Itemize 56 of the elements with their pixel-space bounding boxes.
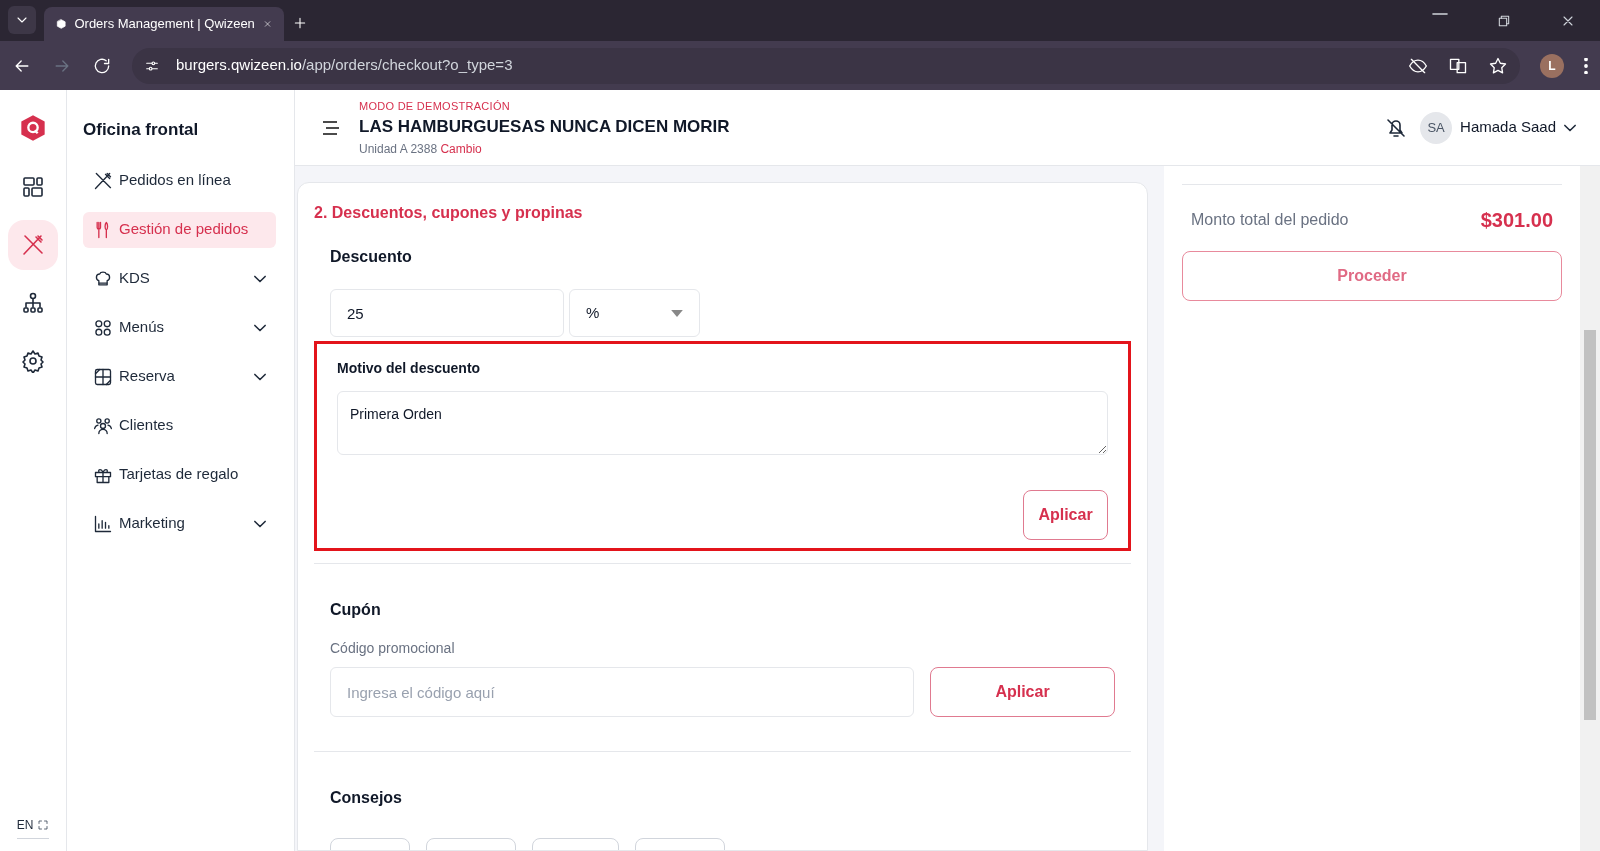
caret-down-icon: [671, 309, 683, 317]
restaurant-name: LAS HAMBURGUESAS NUNCA DICEN MORIR: [359, 116, 730, 138]
user-avatar[interactable]: SA: [1420, 111, 1453, 144]
app-logo: [19, 114, 47, 142]
change-link[interactable]: Cambio: [440, 141, 482, 156]
reason-label: Motivo del descuento: [337, 359, 482, 378]
sidebar-item[interactable]: Clientes: [83, 407, 276, 444]
browser-tab[interactable]: Orders Management | Qwizeen: [44, 7, 284, 41]
apply-coupon-button[interactable]: Aplicar: [930, 667, 1115, 717]
scrollbar-thumb[interactable]: [1584, 330, 1596, 720]
sidebar-item[interactable]: Menús: [83, 309, 276, 346]
tab-title: Orders Management | Qwizeen: [74, 15, 255, 34]
promo-code-field[interactable]: Ingresa el código aquí: [330, 667, 914, 717]
dashboard-icon: [21, 175, 45, 199]
promo-code-label: Código promocional: [330, 639, 456, 658]
star-icon: [1488, 55, 1508, 76]
discount-heading: Descuento: [330, 247, 413, 267]
url-text: burgers.qwizeen.io/app/orders/checkout?o_type=3: [176, 55, 513, 76]
apply-discount-button[interactable]: Aplicar: [1023, 490, 1108, 540]
tips-heading: Consejos: [330, 788, 403, 808]
sidebar-title: Oficina frontal: [83, 119, 200, 141]
sidebar-item[interactable]: Pedidos en línea: [83, 162, 276, 199]
total-amount: $301.00: [1480, 208, 1553, 233]
hierarchy-icon: [21, 291, 45, 315]
tab-list-button[interactable]: [8, 6, 36, 34]
total-label: Monto total del pedido: [1191, 210, 1349, 230]
settings-icon: [21, 349, 45, 373]
demo-mode-label: MODO DE DEMOSTRACIÓN: [359, 98, 511, 114]
discount-amount-field[interactable]: 25: [330, 289, 564, 337]
reason-field[interactable]: Primera Orden: [337, 391, 1108, 455]
address-bar[interactable]: burgers.qwizeen.io/app/orders/checkout?o_type=3: [132, 47, 1520, 84]
sidebar-item[interactable]: KDS: [83, 260, 276, 297]
grid-icon: [93, 317, 113, 338]
section-title: 2. Descuentos, cupones y propinas: [314, 203, 584, 223]
user-name[interactable]: Hamada Saad: [1460, 116, 1556, 139]
people-icon: [93, 415, 113, 436]
coupon-heading: Cupón: [330, 600, 382, 620]
discount-unit-dropdown[interactable]: %: [569, 289, 700, 337]
restore-icon: [1496, 13, 1512, 29]
new-tab-icon: [292, 15, 308, 31]
sidebar-item[interactable]: Reserva: [83, 358, 276, 395]
profile-avatar[interactable]: L: [1540, 53, 1564, 78]
unit-label: Unidad A 2388: [359, 141, 438, 156]
tab-favicon-icon: [56, 16, 67, 32]
cutlery-cross-icon: [21, 233, 45, 257]
minimize-icon: [1432, 13, 1448, 15]
cutlery-cross-icon: [93, 170, 113, 191]
table-icon: [93, 366, 113, 387]
sidebar-item[interactable]: Marketing: [83, 505, 276, 542]
sidebar-item[interactable]: Tarjetas de regalo: [83, 456, 276, 493]
expand-icon: [37, 819, 50, 831]
chevron-down-icon: [1564, 123, 1576, 132]
sidebar-item[interactable]: Gestión de pedidos: [83, 211, 276, 248]
language-label[interactable]: EN: [16, 816, 34, 834]
more-menu-icon: [1584, 57, 1588, 74]
bar-chart-icon: [93, 513, 113, 534]
